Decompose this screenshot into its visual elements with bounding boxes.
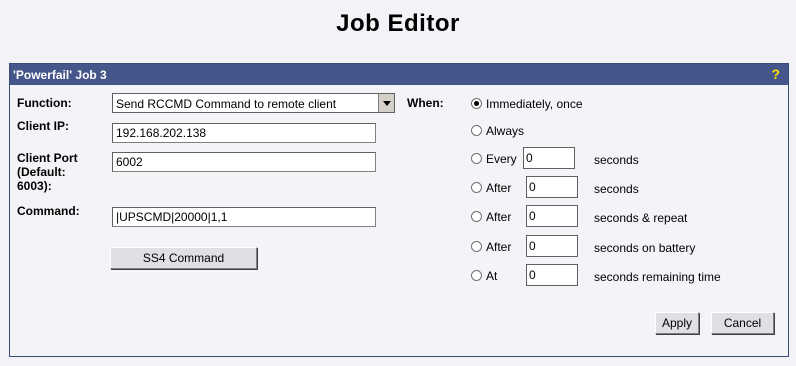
command-input[interactable]	[112, 207, 376, 227]
when-option-label: After	[486, 181, 512, 195]
client-port-input[interactable]	[112, 152, 376, 172]
after-unit: seconds	[594, 182, 639, 196]
client-ip-label: Client IP:	[17, 119, 70, 133]
panel-header: 'Powerfail' Job 3 ?	[10, 64, 788, 85]
after-seconds-input[interactable]	[526, 176, 578, 198]
job-panel: 'Powerfail' Job 3 ? Function: Send RCCMD…	[9, 63, 789, 357]
every-seconds-input[interactable]	[523, 147, 575, 169]
function-label: Function:	[17, 96, 72, 110]
when-option-label: At	[486, 269, 498, 283]
job-title: 'Powerfail' Job 3	[13, 68, 107, 82]
function-select-value: Send RCCMD Command to remote client	[116, 97, 337, 111]
radio-after[interactable]	[471, 182, 482, 193]
page-title: Job Editor	[336, 10, 460, 37]
when-label: When:	[407, 96, 444, 110]
radio-after-repeat[interactable]	[471, 211, 482, 222]
after-repeat-unit: seconds & repeat	[594, 211, 688, 225]
function-select[interactable]: Send RCCMD Command to remote client	[112, 93, 395, 113]
client-port-label-line2: (Default:	[17, 165, 66, 179]
ss4-command-button[interactable]: SS4 Command	[110, 247, 257, 269]
radio-after-battery[interactable]	[471, 241, 482, 252]
radio-always[interactable]	[471, 125, 482, 136]
client-ip-input[interactable]	[112, 123, 376, 143]
when-option-label: Always	[486, 124, 525, 138]
radio-every[interactable]	[471, 153, 482, 164]
command-label: Command:	[17, 204, 80, 218]
when-option-label: Immediately, once	[486, 97, 583, 111]
when-option-label: After	[486, 240, 512, 254]
radio-at[interactable]	[471, 270, 482, 281]
when-option-label: Every	[486, 152, 517, 166]
when-option-label: After	[486, 210, 512, 224]
apply-button[interactable]: Apply	[655, 312, 699, 334]
at-unit: seconds remaining time	[594, 270, 721, 284]
radio-immediately[interactable]	[471, 98, 482, 109]
client-port-label-line3: 6003):	[17, 179, 52, 193]
at-seconds-input[interactable]	[526, 264, 578, 286]
after-battery-unit: seconds on battery	[594, 241, 696, 255]
client-port-label-line1: Client Port	[17, 151, 78, 165]
after-battery-seconds-input[interactable]	[526, 235, 578, 257]
help-icon[interactable]: ?	[771, 66, 780, 82]
cancel-button[interactable]: Cancel	[711, 312, 774, 334]
after-repeat-seconds-input[interactable]	[526, 205, 578, 227]
chevron-down-icon[interactable]	[378, 94, 394, 112]
every-unit: seconds	[594, 153, 639, 167]
